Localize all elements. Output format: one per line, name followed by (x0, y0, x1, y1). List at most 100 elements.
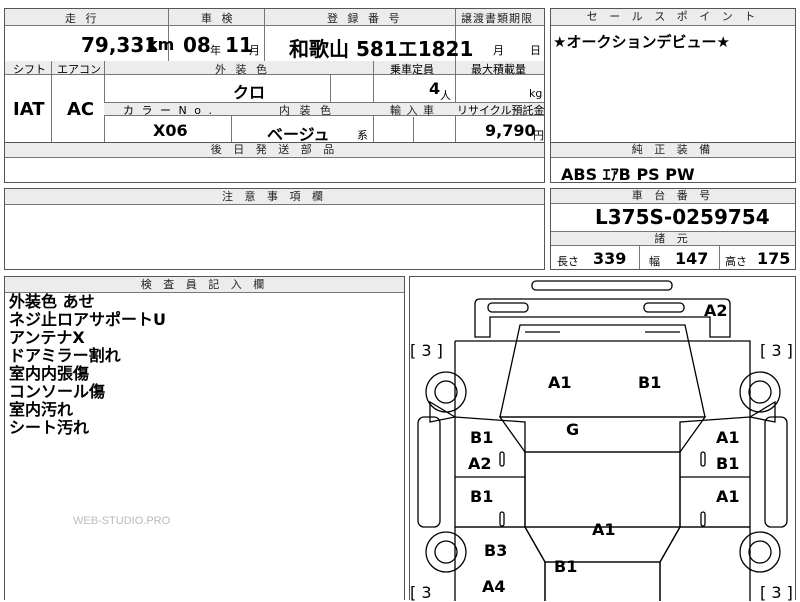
tire-rating-front-left: [ 3 ] (410, 341, 443, 360)
width-label: 幅 (649, 255, 660, 268)
damage-hood-right: B1 (638, 373, 662, 392)
transfer-month-unit: 月 (493, 44, 504, 57)
damage-front-bumper: A2 (704, 301, 728, 320)
headlight-left (487, 302, 529, 313)
watermark: WEB-STUDIO.PRO (73, 515, 171, 527)
roof (524, 451, 681, 528)
later-parts-header: 後 日 発 送 部 品 (5, 143, 544, 158)
later-parts-box: 後 日 発 送 部 品 (4, 142, 545, 183)
caution-header: 注 意 事 項 欄 (5, 189, 544, 205)
damage-left-rear-door: B1 (470, 487, 494, 506)
tire-rating-rear-right: [ 3 ] (760, 583, 793, 602)
windshield (498, 416, 707, 453)
tire-rating-front-right: [ 3 ] (760, 341, 793, 360)
damage-left-front-door: B1 (470, 428, 494, 447)
damage-right-rear-door: A1 (716, 487, 740, 506)
month-unit: 月 (249, 44, 260, 57)
equipment-value: ABS ｴｱB PS PW (561, 165, 695, 184)
inspector-header: 検 査 員 記 入 欄 (5, 277, 404, 293)
inspector-notes-list: 外装色 あせ ネジ止ロアサポートU アンテナX ドアミラー割れ 室内内張傷 コン… (9, 293, 166, 437)
damage-left-quarter: B3 (484, 541, 508, 560)
damage-roof: G (566, 420, 580, 439)
length-value: 339 (593, 249, 627, 268)
registration-value: 和歌山 581エ1821 (289, 37, 474, 61)
tire-front-left (425, 371, 467, 413)
inspector-note: コンソール傷 (9, 382, 106, 401)
damage-hood-left: A1 (548, 373, 572, 392)
shift-value: IAT (13, 99, 45, 120)
chassis-header: 車 台 番 号 (551, 189, 795, 204)
inspector-note: ドアミラー割れ (9, 346, 121, 365)
capacity-label: 乗車定員 (390, 63, 434, 76)
inspector-label: 検 査 員 記 入 欄 (140, 278, 269, 291)
chassis-value: L375S-0259754 (595, 205, 770, 229)
tire-rear-left (425, 531, 467, 573)
inspection-label: 車 検 (201, 12, 236, 25)
dimensions-label: 諸 元 (654, 232, 692, 245)
max-load-label: 最大積載量 (471, 63, 526, 76)
mileage-unit: km (147, 35, 175, 54)
recycle-value: 9,790 (485, 121, 536, 140)
inspector-note: シート汚れ (9, 418, 90, 437)
inspector-note: 室内汚れ (9, 400, 74, 419)
later-parts-label: 後 日 発 送 部 品 (210, 143, 339, 156)
damage-left-rear-corner: A4 (482, 577, 506, 596)
height-label: 高さ (725, 255, 747, 268)
selling-point-value: ★オークションデビュー★ (553, 33, 730, 51)
ac-label: エアコン (57, 63, 101, 76)
hood (499, 324, 706, 418)
color-no-label: カ ラ ー N o . (123, 104, 214, 117)
tire-rear-right (739, 531, 781, 573)
damage-right-front-door-2: B1 (716, 454, 740, 473)
recycle-label: リサイクル預託金 (457, 104, 545, 117)
equipment-box: 純 正 装 備 ABS ｴｱB PS PW (550, 142, 796, 184)
caution-label: 注 意 事 項 欄 (222, 190, 327, 203)
damage-right-front-door: A1 (716, 428, 740, 447)
interior-color-suffix: 系 (357, 129, 368, 142)
transfer-day-unit: 日 (530, 44, 541, 57)
selling-point-box: セ ー ル ス ポ イ ン ト ★オークションデビュー★ (550, 8, 796, 143)
inspector-box: 検 査 員 記 入 欄 外装色 あせ ネジ止ロアサポートU アンテナX ドアミラ… (4, 276, 405, 600)
equipment-label: 純 正 装 備 (631, 143, 715, 156)
capacity-value: 4 (429, 79, 441, 98)
year-unit: 年 (210, 44, 221, 57)
exterior-color-value: クロ (233, 83, 266, 102)
max-load-unit: kg (529, 87, 543, 100)
chassis-box: 車 台 番 号 L375S-0259754 諸 元 長さ 339 幅 147 高… (550, 188, 796, 270)
vehicle-summary-box: 走 行 車 検 登 録 番 号 譲渡書類期限 79,331 km 08 年 11… (4, 8, 545, 144)
capacity-unit: 人 (440, 89, 451, 102)
inspector-note: 外装色 あせ (9, 292, 95, 311)
shift-label: シフト (13, 63, 46, 76)
import-label: 輸 入 車 (390, 104, 435, 117)
exterior-color-label: 外 装 色 (215, 63, 270, 76)
inspector-note: 室内内張傷 (9, 364, 90, 383)
equipment-header: 純 正 装 備 (551, 143, 795, 158)
chassis-label: 車 台 番 号 (631, 189, 715, 202)
selling-point-label: セ ー ル ス ポ イ ン ト (586, 10, 760, 23)
registration-label: 登 録 番 号 (327, 12, 403, 25)
front-bumper-top (531, 280, 673, 291)
inspector-note: アンテナX (9, 328, 85, 347)
damage-rear-roof: A1 (592, 520, 616, 539)
dimensions-header: 諸 元 (551, 231, 795, 246)
length-label: 長さ (557, 255, 579, 268)
transfer-label: 譲渡書類期限 (461, 12, 533, 25)
caution-box: 注 意 事 項 欄 (4, 188, 545, 270)
car-diagram-box: A2 A1 B1 G B1 A2 A1 B1 B1 A1 A1 B3 A4 B1… (409, 276, 796, 602)
tire-rating-rear-left: [ 3 (410, 583, 432, 602)
ac-value: AC (67, 99, 95, 120)
recycle-unit: 円 (533, 129, 544, 142)
front-bumper (474, 298, 731, 338)
damage-left-front-door-2: A2 (468, 454, 492, 473)
width-value: 147 (675, 249, 709, 268)
color-no-value: X06 (153, 121, 188, 140)
height-value: 175 (757, 249, 791, 268)
selling-point-header: セ ー ル ス ポ イ ン ト (551, 9, 795, 26)
mileage-label: 走 行 (65, 12, 100, 25)
inspector-note: ネジ止ロアサポートU (9, 310, 166, 329)
headlight-right (643, 302, 685, 313)
inspection-year: 08 (183, 33, 211, 57)
interior-color-label: 内 装 色 (279, 104, 334, 117)
damage-tailgate: B1 (554, 557, 578, 576)
tire-front-right (739, 371, 781, 413)
